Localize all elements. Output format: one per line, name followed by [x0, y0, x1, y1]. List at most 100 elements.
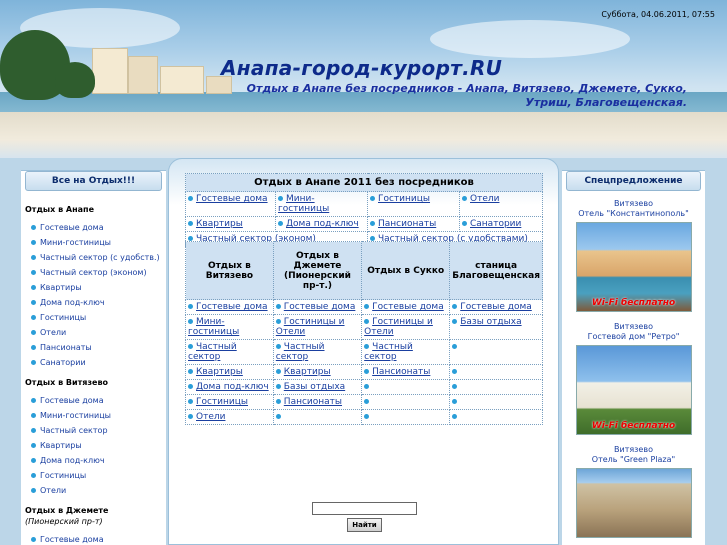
table-link[interactable]: Мини-гостиницы [275, 191, 368, 217]
bullet-icon [31, 537, 36, 542]
table-link[interactable]: Гостевые дома [272, 299, 363, 315]
bullet-icon [188, 399, 193, 404]
photo-caption: Wi-Fi бесплатно [591, 298, 676, 308]
bullet-icon [275, 319, 281, 324]
nav-item[interactable]: Гостевые дома [25, 393, 162, 408]
site-header: Суббота, 04.06.2011, 07:55 Анапа-город-к… [0, 0, 727, 158]
nav-item[interactable]: Квартиры [25, 280, 162, 295]
table-link[interactable]: Мини-гостиницы [185, 314, 274, 340]
nav-item[interactable]: Санатории [25, 355, 162, 370]
offer-name[interactable]: Гостевой дом "Ретро" [562, 332, 705, 342]
table-link[interactable]: Частный сектор [361, 339, 451, 365]
table-link[interactable]: Частный сектор [272, 339, 363, 365]
bullet-icon [31, 315, 36, 320]
anapa-table-header: Отдых в Анапе 2011 без посредников [185, 173, 543, 192]
search-input[interactable] [312, 502, 417, 515]
table-link[interactable]: Гостевые дома [449, 299, 543, 315]
table-link[interactable]: Дома под-ключ [185, 379, 274, 395]
offer-place[interactable]: Витязево [562, 445, 705, 455]
table-link[interactable]: Квартиры [185, 216, 276, 232]
beach-hotel [160, 66, 204, 94]
hotel-photo[interactable] [575, 468, 692, 538]
table-link[interactable]: Гостиницы [367, 191, 460, 217]
nav-item[interactable]: Отели [25, 483, 162, 498]
nav-item[interactable]: Частный сектор (с удобств.) [25, 250, 162, 265]
resort-column-header: Отдых в Сукко [361, 241, 451, 300]
special-offer[interactable]: Витязево Гостевой дом "Ретро" Wi-Fi бесп… [562, 322, 705, 435]
bullet-icon [31, 458, 36, 463]
bullet-icon [188, 319, 193, 324]
table-link[interactable]: Гостиницы и Отели [272, 314, 363, 340]
table-link[interactable]: Базы отдыха [272, 379, 363, 395]
nav-group-subheading: (Пионерский пр-т) [25, 517, 103, 526]
offer-name[interactable]: Отель "Green Plaza" [562, 455, 705, 465]
nav-group-heading: Отдых в Витязево [25, 378, 109, 387]
table-link[interactable]: Пансионаты [361, 364, 451, 380]
nav-item[interactable]: Частный сектор [25, 423, 162, 438]
bullet-icon [452, 414, 458, 419]
nav-item[interactable]: Гостевые дома [25, 532, 162, 545]
table-link[interactable]: Гостевые дома [361, 299, 451, 315]
table-link[interactable]: Пансионаты [272, 394, 363, 410]
nav-item[interactable]: Гостиницы [25, 310, 162, 325]
nav-item[interactable]: Отели [25, 325, 162, 340]
table-link[interactable]: Отели [185, 409, 274, 425]
offer-place[interactable]: Витязево [562, 322, 705, 332]
table-cell-empty [361, 409, 451, 425]
offer-name[interactable]: Отель "Константинополь" [562, 209, 705, 219]
special-offer[interactable]: Витязево Отель "Green Plaza" [562, 445, 705, 538]
bullet-icon [462, 221, 467, 226]
bullet-icon [364, 399, 370, 404]
bullet-icon [188, 344, 193, 349]
special-offer[interactable]: Витязево Отель "Константинополь" Wi-Fi б… [562, 199, 705, 312]
table-cell-empty [361, 394, 451, 410]
search-button[interactable]: Найти [347, 518, 382, 532]
bullet-icon [452, 369, 458, 374]
bullet-icon [31, 473, 36, 478]
site-subtitle: Отдых в Анапе без посредников - Анапа, В… [246, 82, 687, 109]
bullet-icon [462, 196, 467, 201]
table-cell-empty [272, 409, 363, 425]
nav-item[interactable]: Мини-гостиницы [25, 235, 162, 250]
bullet-icon [452, 304, 458, 309]
nav-item[interactable]: Гостевые дома [25, 220, 162, 235]
hotel-photo[interactable]: Wi-Fi бесплатно [575, 222, 692, 312]
nav-item[interactable]: Мини-гостиницы [25, 408, 162, 423]
table-link[interactable]: Санатории [459, 216, 543, 232]
bullet-icon [31, 413, 36, 418]
table-link[interactable]: Частный сектор [185, 339, 274, 365]
table-link[interactable]: Гостиницы и Отели [361, 314, 451, 340]
right-sidebar: Спецпредложение Витязево Отель "Констант… [562, 170, 705, 545]
nav-item[interactable]: Дома под-ключ [25, 453, 162, 468]
offer-place[interactable]: Витязево [562, 199, 705, 209]
table-link[interactable]: Гостевые дома [185, 191, 276, 217]
nav-item[interactable]: Квартиры [25, 438, 162, 453]
table-link[interactable]: Гостиницы [185, 394, 274, 410]
nav-group-heading: Отдых в Анапе [25, 205, 94, 214]
nav-item[interactable]: Пансионаты [25, 340, 162, 355]
bullet-icon [31, 225, 36, 230]
nav-item[interactable]: Гостиницы [25, 468, 162, 483]
nav-item[interactable]: Частный сектор (эконом) [25, 265, 162, 280]
table-link[interactable]: Гостевые дома [185, 299, 274, 315]
bullet-icon [452, 344, 458, 349]
table-link[interactable]: Пансионаты [367, 216, 460, 232]
site-title[interactable]: Анапа-город-курорт.RU [221, 56, 502, 80]
nav-item[interactable]: Дома под-ключ [25, 295, 162, 310]
table-link[interactable]: Квартиры [185, 364, 274, 380]
table-link[interactable]: Отели [459, 191, 543, 217]
bullet-icon [31, 345, 36, 350]
hotel-photo[interactable]: Wi-Fi бесплатно [575, 345, 692, 435]
table-link[interactable]: Квартиры [272, 364, 363, 380]
table-link[interactable]: Базы отдыха [449, 314, 543, 340]
table-cell-empty [449, 409, 543, 425]
bullet-icon [31, 360, 36, 365]
bullet-icon [188, 221, 193, 226]
table-cell-empty [449, 364, 543, 380]
bullet-icon [188, 196, 193, 201]
beach-hotel [92, 48, 128, 94]
table-link[interactable]: Дома под-ключ [275, 216, 368, 232]
left-sidebar-title: Все на Отдых!!! [25, 171, 162, 191]
resort-column-header: Отдых в Джемете (Пионерский пр-т.) [272, 241, 363, 300]
bullet-icon [364, 414, 370, 419]
